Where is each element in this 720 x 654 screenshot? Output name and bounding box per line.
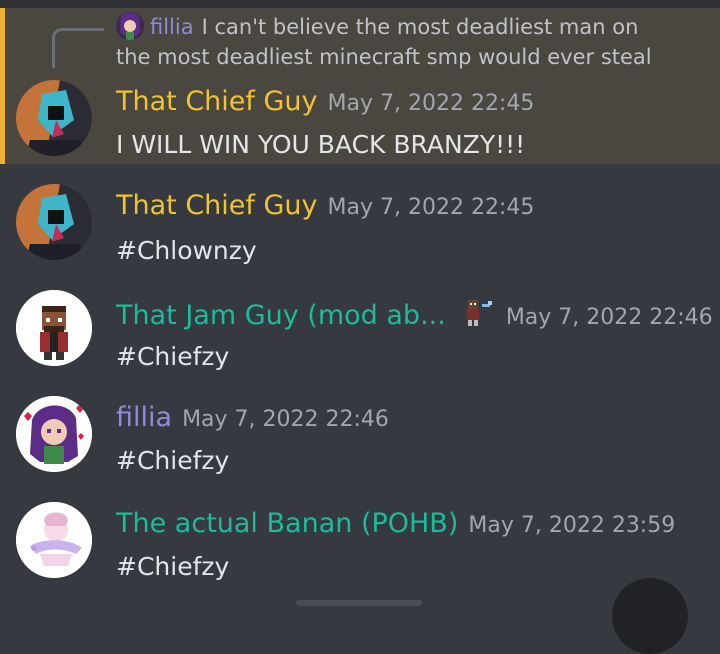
reply-author[interactable]: fillia: [150, 15, 194, 39]
chief-avatar[interactable]: [16, 184, 92, 260]
message-timestamp: May 7, 2022 22:46: [505, 305, 713, 330]
reply-connector: [52, 28, 104, 68]
jump-button[interactable]: [612, 578, 688, 654]
message-text: #Chiefzy: [116, 342, 230, 371]
message-author[interactable]: That Chief Guy: [116, 190, 318, 221]
pixel-character-badge: [462, 296, 496, 328]
top-divider: [0, 0, 720, 8]
reply-text: I can't believe the most deadliest man o…: [116, 15, 652, 69]
message-author[interactable]: That Chief Guy: [116, 86, 318, 117]
banan-avatar[interactable]: [16, 502, 92, 578]
message-author[interactable]: fillia: [116, 402, 172, 433]
fillia-mini-avatar: [116, 12, 144, 40]
message-text: I WILL WIN YOU BACK BRANZY!!!: [116, 130, 526, 159]
jam-avatar[interactable]: [16, 290, 92, 366]
chief-avatar[interactable]: [16, 80, 92, 156]
message-timestamp: May 7, 2022 22:45: [327, 91, 535, 116]
message-timestamp: May 7, 2022 23:59: [468, 513, 676, 538]
message-author[interactable]: The actual Banan (POHB): [116, 508, 458, 539]
message-text: #Chlownzy: [116, 236, 257, 265]
next-message-peek: [296, 600, 422, 606]
mention-highlight-bar: [0, 8, 5, 164]
message-text: #Chiefzy: [116, 446, 230, 475]
message-timestamp: May 7, 2022 22:46: [182, 407, 389, 432]
message-author[interactable]: That Jam Guy (mod ab...: [116, 300, 446, 331]
reply-preview[interactable]: fillia I can't believe the most deadliest…: [116, 12, 676, 72]
fillia-avatar[interactable]: [16, 396, 92, 472]
message-text: #Chiefzy: [116, 552, 230, 581]
message-timestamp: May 7, 2022 22:45: [327, 195, 535, 220]
